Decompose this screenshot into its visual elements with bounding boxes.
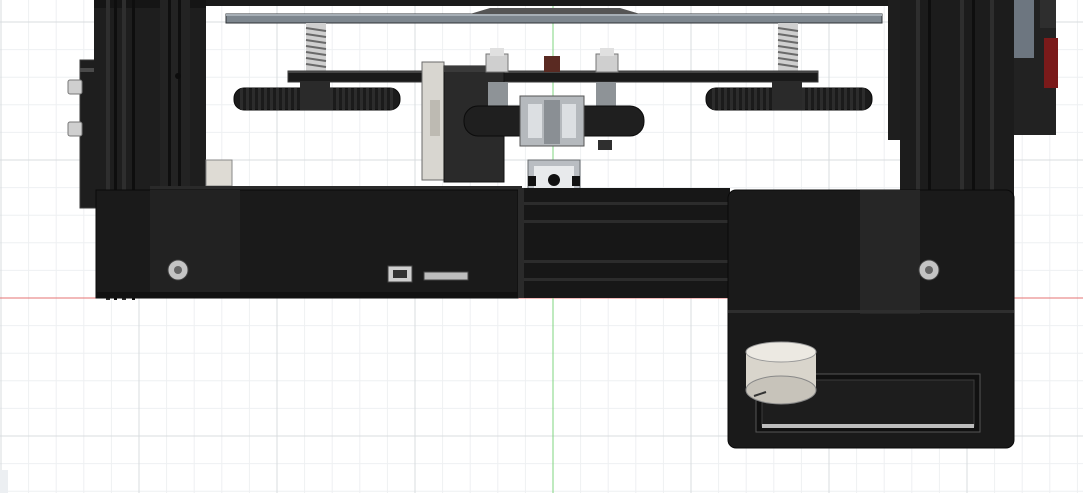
viewport-corner-mark: [0, 470, 8, 493]
wheel-tooth: [372, 88, 375, 110]
cad-canvas[interactable]: [0, 0, 1083, 493]
power-switch[interactable]: [1014, 0, 1058, 135]
wheel-tooth: [276, 88, 279, 110]
bed-carriage-plate[interactable]: [287, 70, 819, 83]
leveling-spring-right: [777, 23, 799, 71]
wheel-tooth: [850, 88, 853, 110]
wheel-tooth: [802, 88, 805, 110]
wheel-tooth: [712, 88, 715, 110]
wheel-tooth: [748, 88, 751, 110]
base-enclosure[interactable]: [95, 189, 526, 299]
wheel-tooth: [294, 88, 297, 110]
wheel-tooth: [814, 88, 817, 110]
wheel-tooth: [384, 88, 387, 110]
leveling-wheel-right[interactable]: [705, 82, 873, 111]
wheel-tooth: [718, 88, 721, 110]
sd-card-slot[interactable]: [423, 271, 469, 281]
wheel-tooth: [838, 88, 841, 110]
wheel-tooth: [342, 88, 345, 110]
leveling-wheel-left[interactable]: [233, 82, 401, 111]
wheel-tooth: [246, 88, 249, 110]
wheel-tooth: [366, 88, 369, 110]
left-bracket: [205, 159, 233, 187]
wheel-tooth: [240, 88, 243, 110]
wheel-tooth: [264, 88, 267, 110]
wheel-tooth: [760, 88, 763, 110]
wheel-tooth: [820, 88, 823, 110]
wheel-tooth: [724, 88, 727, 110]
control-knob[interactable]: [745, 341, 817, 405]
wheel-tooth: [844, 88, 847, 110]
wheel-tooth: [766, 88, 769, 110]
wheel-tooth: [742, 88, 745, 110]
wheel-tooth: [348, 88, 351, 110]
wheel-tooth: [270, 88, 273, 110]
wheel-tooth: [354, 88, 357, 110]
wheel-tooth: [736, 88, 739, 110]
center-pin: [544, 56, 560, 72]
wheel-tooth: [390, 88, 393, 110]
wheel-tooth: [808, 88, 811, 110]
wheel-tooth: [330, 88, 333, 110]
cad-viewport[interactable]: [0, 0, 1083, 493]
top-frame-edge: [206, 0, 888, 6]
wheel-tooth: [336, 88, 339, 110]
wheel-tooth: [378, 88, 381, 110]
wheel-tooth: [826, 88, 829, 110]
wheel-tooth: [832, 88, 835, 110]
wheel-tooth: [252, 88, 255, 110]
glass-bed[interactable]: [225, 8, 883, 24]
wheel-tooth: [282, 88, 285, 110]
wheel-tooth: [856, 88, 859, 110]
leveling-spring-left: [305, 23, 327, 71]
wheel-tooth: [288, 88, 291, 110]
wheel-tooth: [258, 88, 261, 110]
wheel-tooth: [730, 88, 733, 110]
wheel-tooth: [360, 88, 363, 110]
wheel-tooth: [754, 88, 757, 110]
center-rail-channel: [518, 188, 730, 298]
wheel-tooth: [862, 88, 865, 110]
